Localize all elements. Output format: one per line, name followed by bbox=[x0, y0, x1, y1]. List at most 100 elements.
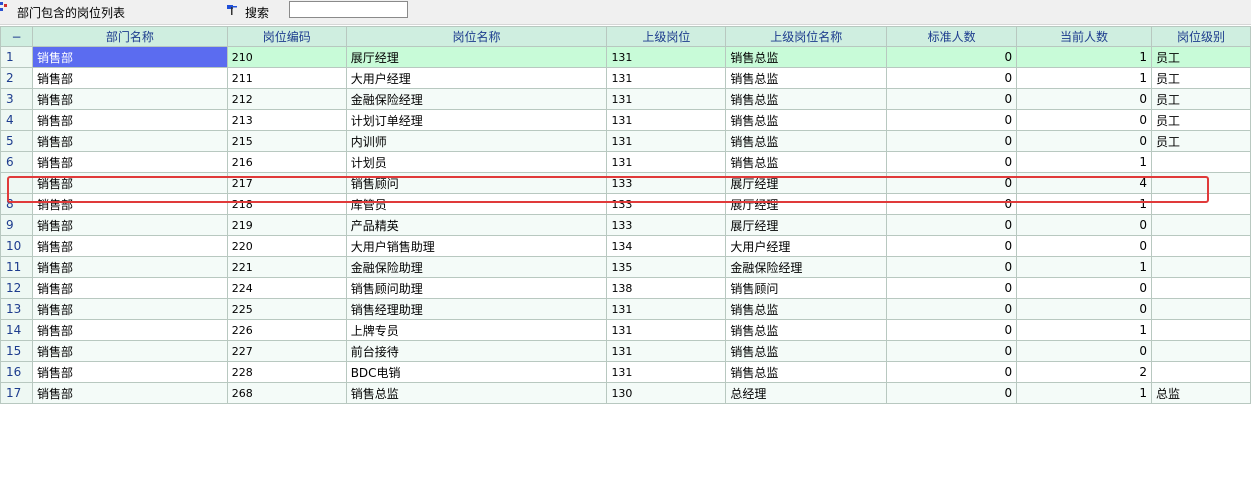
cell-position-level[interactable] bbox=[1150, 298, 1251, 320]
cell-dept-name[interactable]: 销售部 bbox=[31, 277, 228, 299]
cell-current-count[interactable]: 1 bbox=[1016, 193, 1152, 215]
column-header-standard-count[interactable]: 标准人数 bbox=[886, 26, 1018, 47]
table-row[interactable]: 销售部 217 销售顾问 133 展厅经理 0 4 bbox=[0, 172, 1251, 194]
table-row[interactable]: 2 销售部 211 大用户经理 131 销售总监 0 1 员工 bbox=[0, 67, 1251, 89]
cell-position-level[interactable] bbox=[1150, 319, 1251, 341]
cell-current-count[interactable]: 1 bbox=[1016, 382, 1152, 404]
row-index[interactable]: 5 bbox=[0, 130, 33, 152]
cell-current-count[interactable]: 0 bbox=[1016, 235, 1152, 257]
cell-standard-count[interactable]: 0 bbox=[886, 235, 1018, 257]
table-row[interactable]: 4 销售部 213 计划订单经理 131 销售总监 0 0 员工 bbox=[0, 109, 1251, 131]
cell-standard-count[interactable]: 0 bbox=[886, 361, 1018, 383]
table-row[interactable]: 15 销售部 227 前台接待 131 销售总监 0 0 bbox=[0, 340, 1251, 362]
cell-position-code[interactable]: 219 bbox=[226, 214, 347, 236]
row-index[interactable]: 3 bbox=[0, 88, 33, 110]
cell-position-name[interactable]: 产品精英 bbox=[345, 214, 608, 236]
row-index[interactable]: 1 bbox=[0, 46, 33, 68]
table-row[interactable]: 12 销售部 224 销售顾问助理 138 销售顾问 0 0 bbox=[0, 277, 1251, 299]
cell-parent-position-name[interactable]: 金融保险经理 bbox=[725, 256, 888, 278]
cell-current-count[interactable]: 0 bbox=[1016, 130, 1152, 152]
cell-position-name[interactable]: 金融保险经理 bbox=[345, 88, 608, 110]
cell-position-level[interactable]: 员工 bbox=[1150, 88, 1251, 110]
row-index[interactable]: 11 bbox=[0, 256, 33, 278]
cell-standard-count[interactable]: 0 bbox=[886, 46, 1018, 68]
cell-position-code[interactable]: 218 bbox=[226, 193, 347, 215]
cell-standard-count[interactable]: 0 bbox=[886, 172, 1018, 194]
table-row[interactable]: 10 销售部 220 大用户销售助理 134 大用户经理 0 0 bbox=[0, 235, 1251, 257]
cell-parent-position[interactable]: 135 bbox=[606, 256, 727, 278]
cell-current-count[interactable]: 0 bbox=[1016, 277, 1152, 299]
cell-dept-name[interactable]: 销售部 bbox=[31, 340, 228, 362]
cell-parent-position[interactable]: 131 bbox=[606, 340, 727, 362]
cell-parent-position-name[interactable]: 销售顾问 bbox=[725, 277, 888, 299]
row-index[interactable]: 4 bbox=[0, 109, 33, 131]
table-row[interactable]: 9 销售部 219 产品精英 133 展厅经理 0 0 bbox=[0, 214, 1251, 236]
select-all-toggle[interactable]: − bbox=[0, 26, 33, 47]
cell-parent-position[interactable]: 131 bbox=[606, 361, 727, 383]
search-flag-icon[interactable] bbox=[226, 4, 238, 16]
cell-parent-position[interactable]: 133 bbox=[606, 193, 727, 215]
cell-position-level[interactable] bbox=[1150, 340, 1251, 362]
row-index[interactable]: 14 bbox=[0, 319, 33, 341]
cell-position-code[interactable]: 211 bbox=[226, 67, 347, 89]
cell-position-name[interactable]: 销售顾问助理 bbox=[345, 277, 608, 299]
cell-parent-position-name[interactable]: 销售总监 bbox=[725, 109, 888, 131]
cell-parent-position[interactable]: 133 bbox=[606, 214, 727, 236]
cell-parent-position[interactable]: 131 bbox=[606, 109, 727, 131]
cell-parent-position[interactable]: 131 bbox=[606, 46, 727, 68]
cell-standard-count[interactable]: 0 bbox=[886, 214, 1018, 236]
cell-standard-count[interactable]: 0 bbox=[886, 130, 1018, 152]
cell-current-count[interactable]: 1 bbox=[1016, 46, 1152, 68]
cell-standard-count[interactable]: 0 bbox=[886, 277, 1018, 299]
row-index[interactable]: 12 bbox=[0, 277, 33, 299]
cell-position-name[interactable]: 销售经理助理 bbox=[345, 298, 608, 320]
cell-parent-position-name[interactable]: 展厅经理 bbox=[725, 214, 888, 236]
column-header-current-count[interactable]: 当前人数 bbox=[1016, 26, 1152, 47]
cell-standard-count[interactable]: 0 bbox=[886, 340, 1018, 362]
cell-parent-position[interactable]: 131 bbox=[606, 151, 727, 173]
cell-dept-name[interactable]: 销售部 bbox=[31, 46, 228, 68]
cell-dept-name[interactable]: 销售部 bbox=[31, 382, 228, 404]
cell-position-name[interactable]: 大用户经理 bbox=[345, 67, 608, 89]
cell-position-code[interactable]: 227 bbox=[226, 340, 347, 362]
table-row[interactable]: 13 销售部 225 销售经理助理 131 销售总监 0 0 bbox=[0, 298, 1251, 320]
cell-standard-count[interactable]: 0 bbox=[886, 256, 1018, 278]
cell-dept-name[interactable]: 销售部 bbox=[31, 298, 228, 320]
row-index[interactable]: 2 bbox=[0, 67, 33, 89]
cell-parent-position[interactable]: 138 bbox=[606, 277, 727, 299]
cell-standard-count[interactable]: 0 bbox=[886, 67, 1018, 89]
cell-standard-count[interactable]: 0 bbox=[886, 151, 1018, 173]
cell-dept-name[interactable]: 销售部 bbox=[31, 256, 228, 278]
cell-parent-position-name[interactable]: 销售总监 bbox=[725, 88, 888, 110]
cell-dept-name[interactable]: 销售部 bbox=[31, 193, 228, 215]
cell-position-name[interactable]: 销售顾问 bbox=[345, 172, 608, 194]
cell-parent-position-name[interactable]: 销售总监 bbox=[725, 298, 888, 320]
cell-standard-count[interactable]: 0 bbox=[886, 382, 1018, 404]
cell-position-code[interactable]: 225 bbox=[226, 298, 347, 320]
cell-position-level[interactable]: 员工 bbox=[1150, 46, 1251, 68]
cell-parent-position-name[interactable]: 销售总监 bbox=[725, 319, 888, 341]
row-index[interactable]: 6 bbox=[0, 151, 33, 173]
cell-current-count[interactable]: 2 bbox=[1016, 361, 1152, 383]
column-header-position-code[interactable]: 岗位编码 bbox=[226, 26, 347, 47]
column-header-position-level[interactable]: 岗位级别 bbox=[1150, 26, 1251, 47]
cell-position-code[interactable]: 221 bbox=[226, 256, 347, 278]
cell-parent-position[interactable]: 134 bbox=[606, 235, 727, 257]
row-index[interactable]: 9 bbox=[0, 214, 33, 236]
table-row[interactable]: 17 销售部 268 销售总监 130 总经理 0 1 总监 bbox=[0, 382, 1251, 404]
cell-dept-name[interactable]: 销售部 bbox=[31, 214, 228, 236]
table-row[interactable]: 1 销售部 210 展厅经理 131 销售总监 0 1 员工 bbox=[0, 46, 1251, 68]
cell-position-name[interactable]: 上牌专员 bbox=[345, 319, 608, 341]
cell-position-code[interactable]: 215 bbox=[226, 130, 347, 152]
column-header-parent-position[interactable]: 上级岗位 bbox=[606, 26, 727, 47]
cell-standard-count[interactable]: 0 bbox=[886, 88, 1018, 110]
cell-position-name[interactable]: BDC电销 bbox=[345, 361, 608, 383]
cell-position-level[interactable] bbox=[1150, 151, 1251, 173]
cell-dept-name[interactable]: 销售部 bbox=[31, 67, 228, 89]
cell-position-name[interactable]: 展厅经理 bbox=[345, 46, 608, 68]
cell-parent-position-name[interactable]: 销售总监 bbox=[725, 130, 888, 152]
cell-dept-name[interactable]: 销售部 bbox=[31, 109, 228, 131]
cell-position-level[interactable] bbox=[1150, 193, 1251, 215]
cell-position-level[interactable] bbox=[1150, 256, 1251, 278]
cell-current-count[interactable]: 1 bbox=[1016, 256, 1152, 278]
